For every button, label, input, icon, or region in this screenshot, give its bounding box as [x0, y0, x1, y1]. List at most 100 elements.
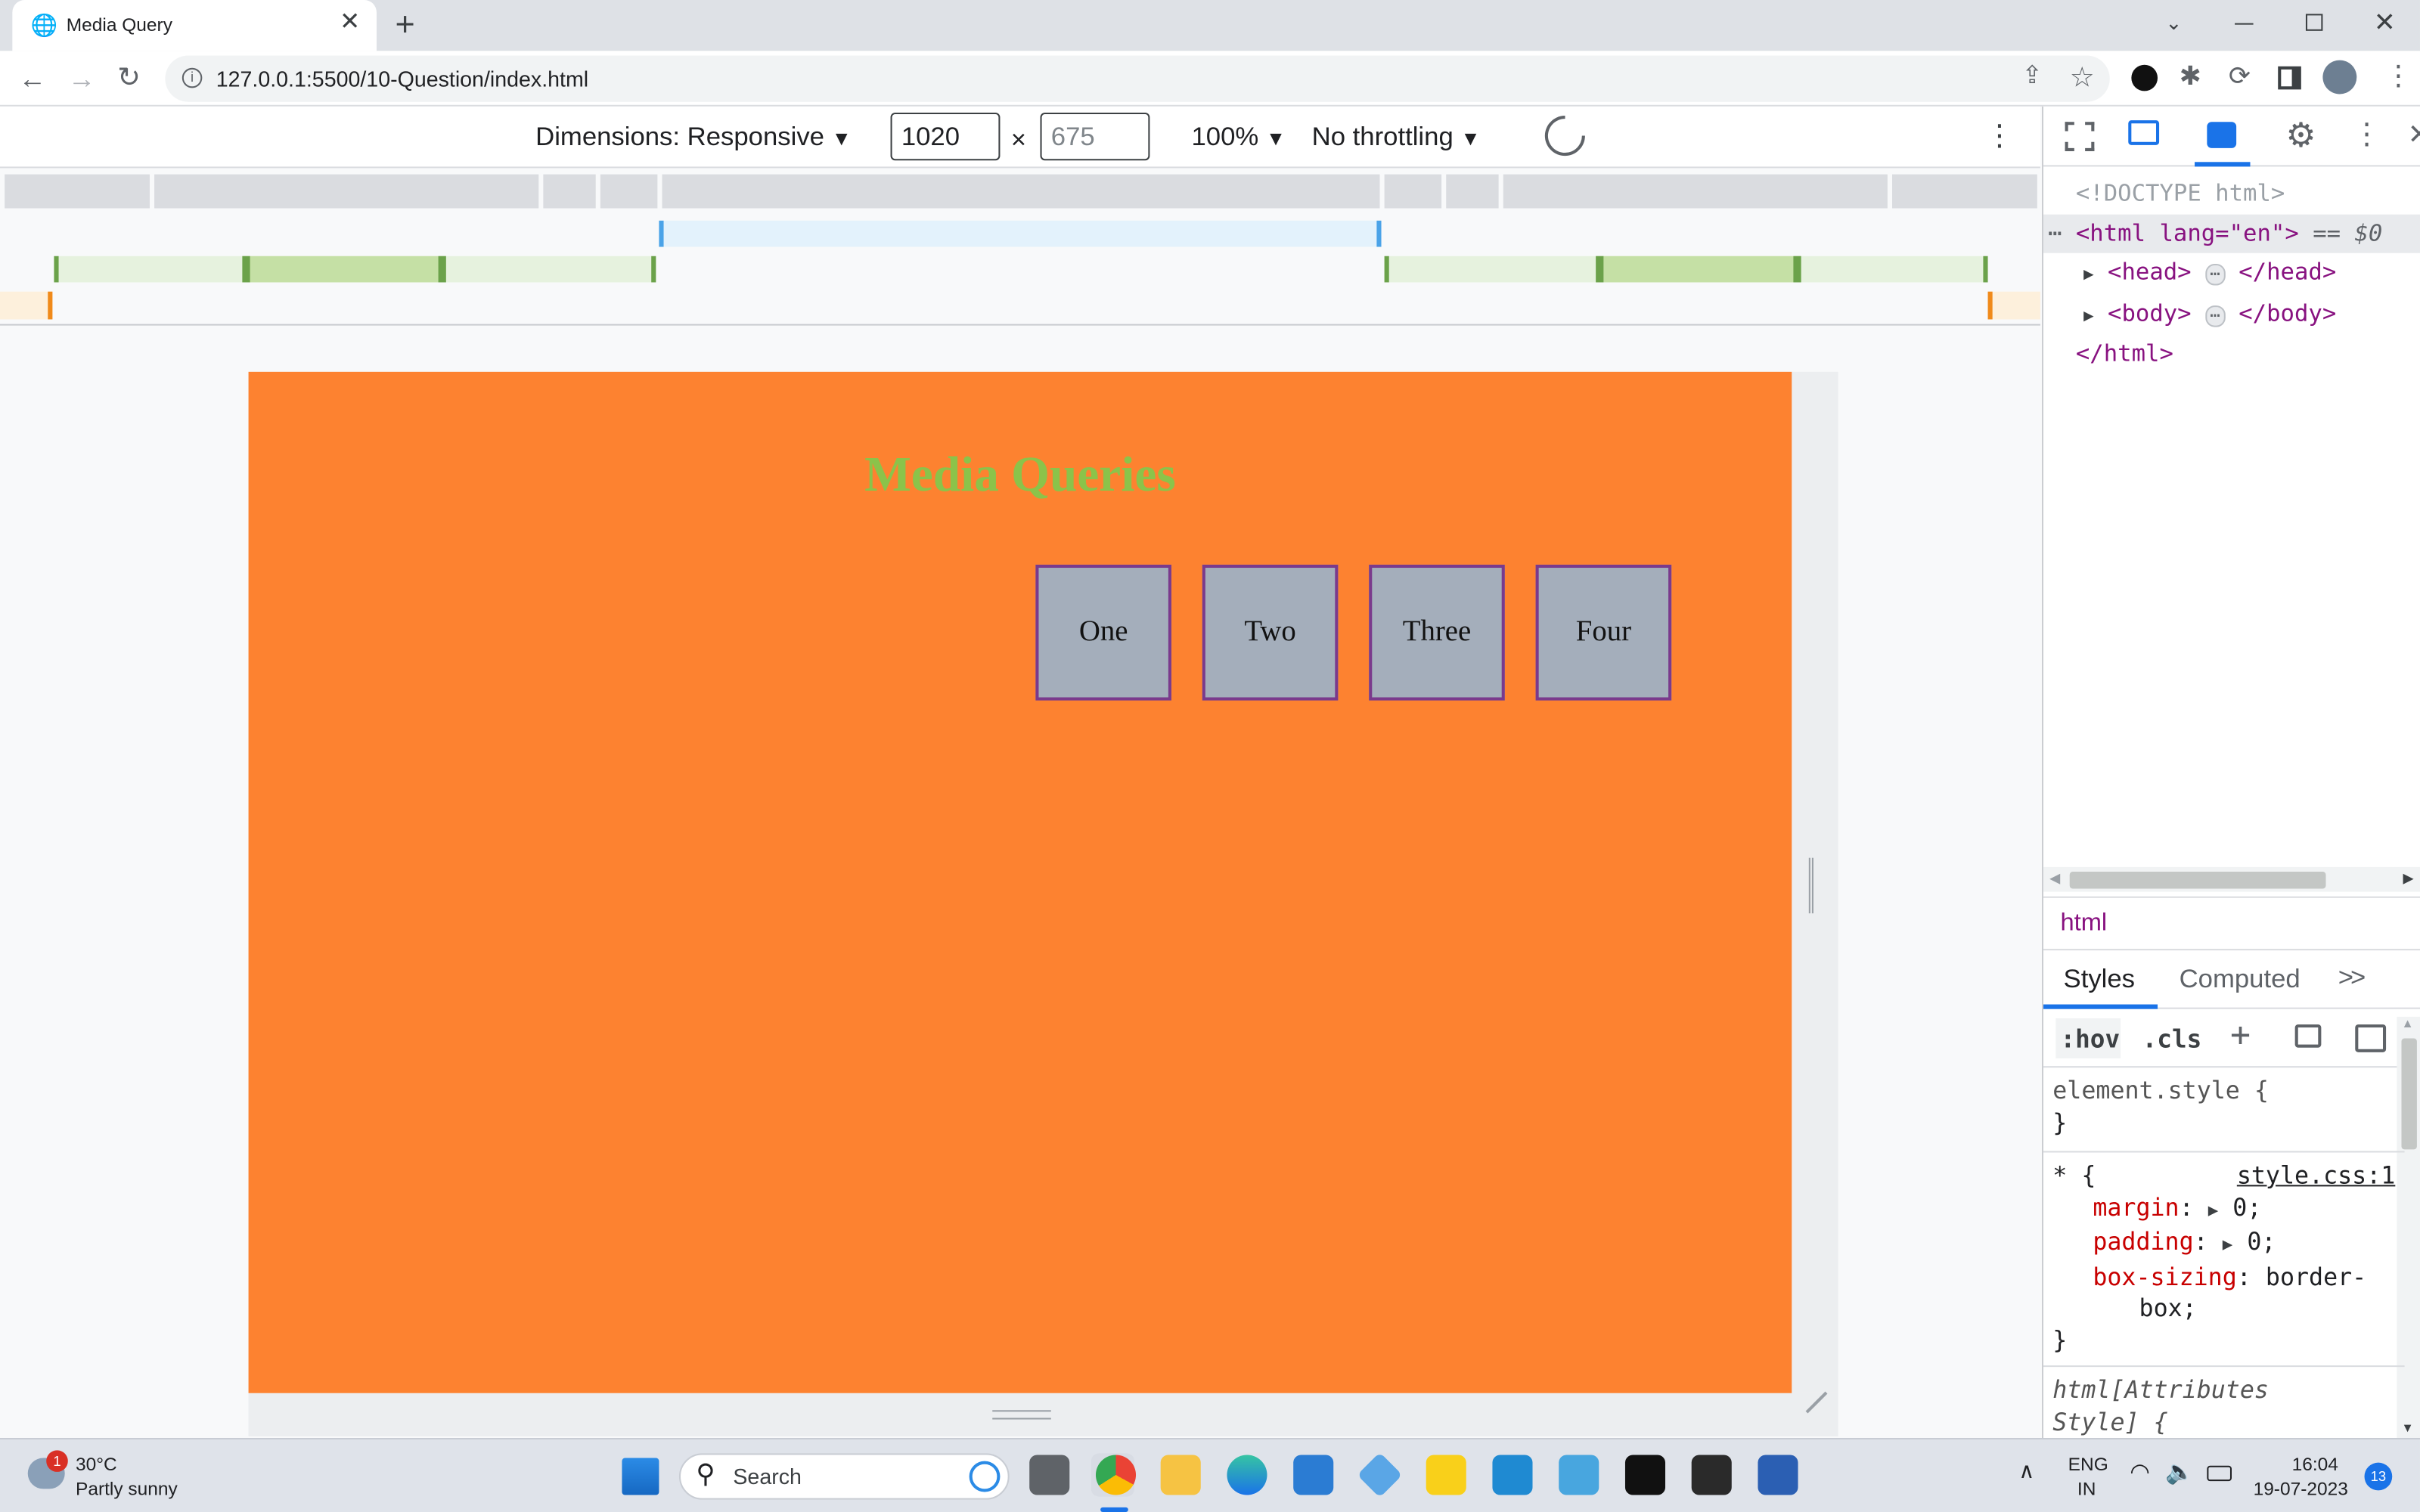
back-icon[interactable]: ←	[18, 65, 46, 93]
scroll-down-icon[interactable]: ▼	[2401, 1421, 2413, 1435]
task-view-icon[interactable]	[1029, 1455, 1070, 1495]
chrome-icon[interactable]	[1095, 1455, 1137, 1495]
info-icon[interactable]: i	[182, 67, 203, 88]
cls-toggle[interactable]: .cls	[2142, 1024, 2202, 1054]
side-panel-icon[interactable]	[2278, 66, 2301, 90]
body-node[interactable]: ▶ <body> ⋯ </body>	[2043, 294, 2420, 335]
resize-handle-right[interactable]	[1808, 857, 1813, 914]
collapsed-ellipsis[interactable]: ⋯	[2205, 263, 2225, 286]
expand-triangle-icon[interactable]: ▶	[2208, 1200, 2219, 1220]
max-width-query-bar[interactable]	[659, 220, 1382, 247]
expand-triangle-icon[interactable]: ▶	[2083, 264, 2094, 284]
breadcrumb-html[interactable]: html	[2060, 910, 2107, 938]
range-query-bar-right[interactable]	[1596, 256, 1801, 283]
rotate-icon[interactable]	[1536, 107, 1593, 165]
tab-computed[interactable]: Computed	[2180, 965, 2301, 996]
bing-icon[interactable]	[969, 1461, 1001, 1492]
notification-badge[interactable]: 13	[2364, 1462, 2393, 1491]
throttling-dropdown[interactable]: No throttling ▼	[1312, 122, 1481, 153]
close-tab-icon[interactable]: ✕	[340, 10, 360, 36]
min-width-query-bar-right[interactable]	[1987, 291, 2040, 320]
address-bar[interactable]: i 127.0.0.1:5500/10-Question/index.html …	[165, 55, 2110, 102]
new-tab-icon[interactable]: +	[395, 7, 414, 42]
inspect-element-icon[interactable]	[2065, 122, 2095, 151]
close-window-icon[interactable]: ✕	[2374, 9, 2396, 36]
min-width-query-bar-left[interactable]	[0, 291, 53, 320]
wifi-icon[interactable]: ◠	[2130, 1461, 2150, 1485]
range-query-bar-left[interactable]	[242, 256, 446, 283]
resize-handle-bottom[interactable]	[992, 1410, 1051, 1420]
zoom-dropdown[interactable]: 100% ▼	[1191, 122, 1286, 153]
scroll-left-icon[interactable]: ◀	[2049, 870, 2060, 887]
avatar[interactable]	[2322, 60, 2357, 94]
new-rule-icon[interactable]: +	[2230, 1019, 2251, 1054]
vertical-scrollbar[interactable]: ▲ ▼	[2397, 1016, 2420, 1442]
elements-tab[interactable]	[2195, 107, 2251, 167]
settings-gear-icon[interactable]: ⚙	[2285, 118, 2316, 153]
reload-icon[interactable]: ↻	[117, 64, 141, 91]
prop-padding[interactable]: padding: ▶ 0;	[2052, 1226, 2395, 1261]
file-explorer-icon[interactable]	[1160, 1455, 1201, 1495]
volume-icon[interactable]: 🔈	[2165, 1461, 2194, 1485]
head-node[interactable]: ▶ <head> ⋯ </head>	[2043, 253, 2420, 294]
expand-triangle-icon[interactable]: ▶	[2223, 1235, 2233, 1255]
share-icon[interactable]: ⇪	[2021, 64, 2042, 90]
extension-icon[interactable]	[2131, 64, 2158, 91]
puzzle-icon[interactable]: ✱	[2180, 64, 2201, 90]
element-style-rule[interactable]: element.style {	[2052, 1075, 2395, 1107]
horizontal-scrollbar[interactable]: ◀ ▶	[2043, 866, 2420, 892]
mq-segment[interactable]	[1384, 174, 1442, 209]
more-tabs-icon[interactable]: >>	[2338, 962, 2366, 993]
expand-triangle-icon[interactable]: ▶	[2083, 305, 2094, 325]
close-devtools-icon[interactable]: ✕	[2408, 120, 2420, 148]
performance-icon[interactable]: ⟳	[2229, 64, 2251, 90]
hov-toggle[interactable]: :hov	[2060, 1024, 2120, 1054]
battery-icon[interactable]	[2207, 1465, 2232, 1482]
tab-search-icon[interactable]: ⌄	[2165, 12, 2182, 33]
weather-temp[interactable]: 30°C	[76, 1453, 117, 1475]
mq-segment[interactable]	[1503, 174, 1888, 209]
sticky-notes-icon[interactable]	[1426, 1455, 1466, 1495]
lang-top[interactable]: ENG	[2068, 1453, 2108, 1475]
minimize-icon[interactable]	[2235, 23, 2254, 25]
app-icon[interactable]	[1357, 1452, 1403, 1498]
device-more-icon[interactable]: ⋮	[1984, 122, 2014, 151]
height-input[interactable]: 675	[1040, 112, 1150, 161]
html-close-node[interactable]: </html>	[2043, 335, 2420, 374]
lang-bottom[interactable]: IN	[2077, 1478, 2096, 1500]
mq-segment[interactable]	[1892, 174, 2037, 209]
mq-segment[interactable]	[1446, 174, 1499, 209]
weather-desc[interactable]: Partly sunny	[76, 1478, 178, 1500]
store-icon[interactable]	[1293, 1455, 1334, 1495]
restore-icon[interactable]	[2305, 14, 2323, 31]
url-text[interactable]: 127.0.0.1:5500/10-Question/index.html	[216, 67, 588, 91]
scroll-up-icon[interactable]: ▲	[2401, 1017, 2413, 1030]
dimensions-dropdown[interactable]: Dimensions: Responsive ▼	[535, 122, 852, 153]
tray-chevron-icon[interactable]: ∧	[2018, 1460, 2034, 1482]
tab-styles[interactable]: Styles	[2043, 950, 2158, 1009]
collapsed-ellipsis[interactable]: ⋯	[2205, 305, 2225, 327]
menu-kebab-icon[interactable]: ⋮	[2384, 62, 2412, 90]
windows-start-icon[interactable]	[622, 1458, 659, 1495]
html-node[interactable]: ⋯ <html lang="en"> == $0	[2043, 213, 2420, 253]
browser-tab[interactable]: 🌐 Media Query ✕	[12, 0, 377, 51]
notepad-icon[interactable]	[1559, 1455, 1599, 1495]
mq-segment[interactable]	[543, 174, 596, 209]
scrollbar-thumb[interactable]	[2069, 872, 2326, 889]
terminal-icon[interactable]	[1691, 1455, 1732, 1495]
prop-margin[interactable]: margin: ▶ 0;	[2052, 1192, 2395, 1227]
devtools-more-icon[interactable]: ⋮	[2352, 120, 2381, 150]
mq-segment[interactable]	[600, 174, 658, 209]
doctype-node[interactable]: <!DOCTYPE html>	[2043, 175, 2420, 214]
bookmark-star-icon[interactable]: ☆	[2070, 64, 2095, 91]
attr-style-selector[interactable]: html[Attributes	[2052, 1374, 2395, 1406]
device-toggle-icon[interactable]	[2128, 120, 2160, 145]
edge-icon[interactable]	[1227, 1455, 1267, 1495]
scroll-right-icon[interactable]: ▶	[2403, 870, 2414, 887]
vscode-icon[interactable]	[1492, 1455, 1533, 1495]
clock-date[interactable]: 19-07-2023	[2254, 1478, 2348, 1500]
forward-icon[interactable]: →	[68, 65, 96, 93]
paint-brush-icon[interactable]	[2294, 1024, 2322, 1048]
prop-box-sizing[interactable]: box-sizing: border-	[2052, 1261, 2395, 1293]
toggle-sidebar-icon[interactable]	[2355, 1024, 2387, 1052]
